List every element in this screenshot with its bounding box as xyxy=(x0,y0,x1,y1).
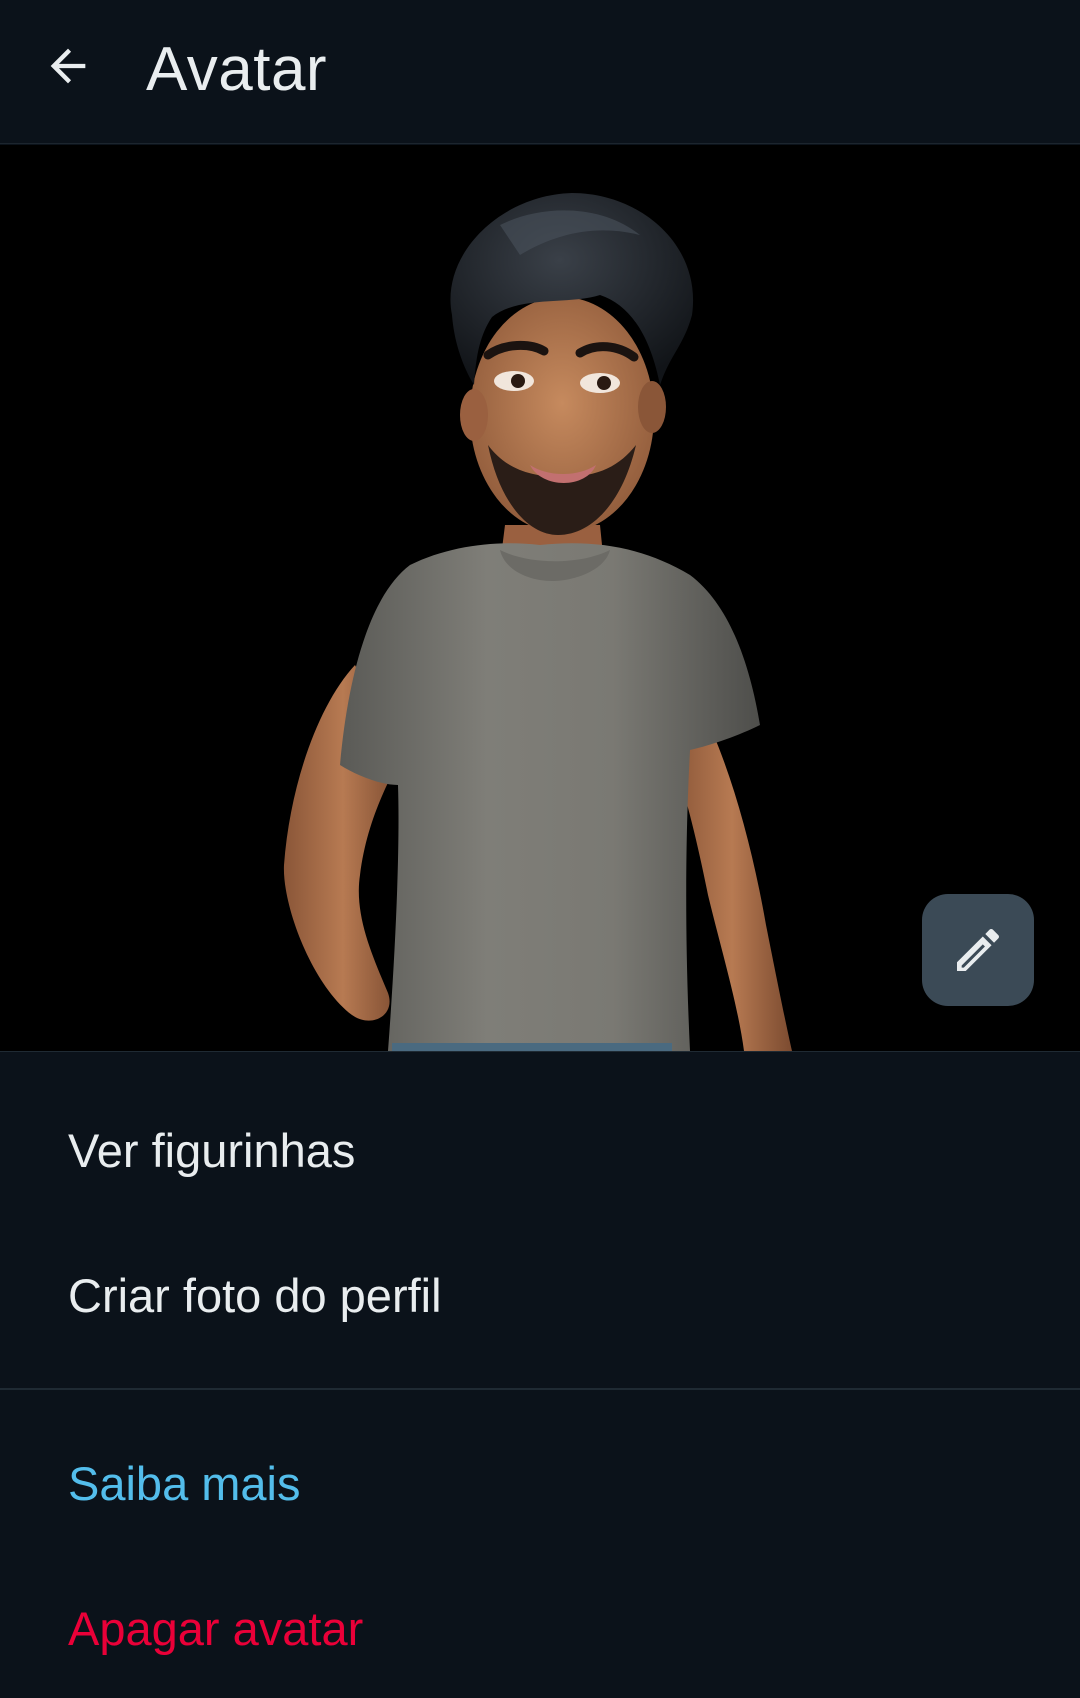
view-stickers-item[interactable]: Ver figurinhas xyxy=(0,1080,1080,1220)
divider xyxy=(0,1388,1080,1390)
back-button[interactable] xyxy=(30,28,106,104)
avatar-preview xyxy=(0,145,1080,1051)
edit-avatar-button[interactable] xyxy=(922,894,1034,1006)
create-profile-photo-label: Criar foto do perfil xyxy=(68,1268,442,1322)
divider xyxy=(0,1051,1080,1052)
pencil-icon xyxy=(957,928,1000,971)
avatar-image xyxy=(283,193,792,1051)
delete-avatar-label: Apagar avatar xyxy=(68,1601,364,1655)
learn-more-label: Saiba mais xyxy=(68,1456,301,1510)
page-title: Avatar xyxy=(146,35,328,104)
arrow-left-icon xyxy=(50,48,86,84)
view-stickers-label: Ver figurinhas xyxy=(68,1123,356,1177)
create-profile-photo-item[interactable]: Criar foto do perfil xyxy=(0,1225,1080,1365)
delete-avatar-button[interactable]: Apagar avatar xyxy=(0,1558,1080,1698)
app-bar: Avatar xyxy=(0,0,1080,144)
learn-more-link[interactable]: Saiba mais xyxy=(0,1413,1080,1553)
